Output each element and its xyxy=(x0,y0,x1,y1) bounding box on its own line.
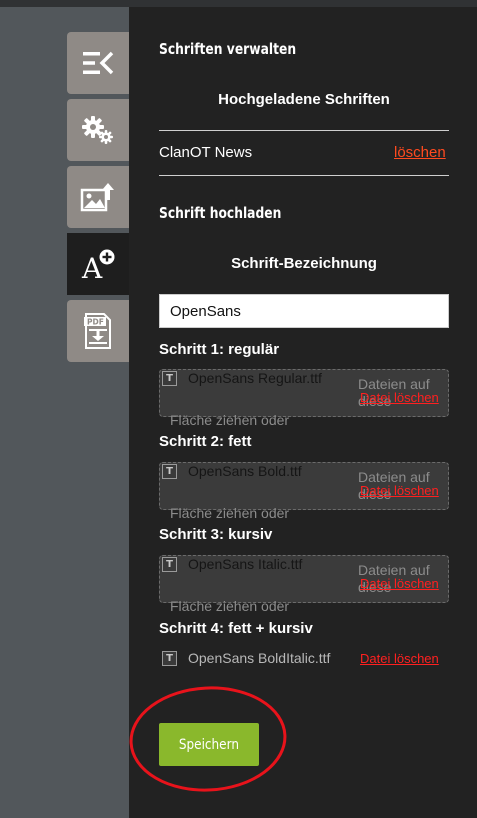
font-add-icon: A xyxy=(81,249,115,281)
sidebar-item-collapse[interactable] xyxy=(67,32,129,94)
font-file-icon: T xyxy=(162,464,177,479)
uploaded-font-name: ClanOT News xyxy=(159,144,253,161)
step-3-delete-file-link[interactable]: Datei löschen xyxy=(360,576,439,591)
sidebar-item-image-upload[interactable] xyxy=(67,166,129,228)
step-1-hint-left: Fläche ziehen oder xyxy=(170,412,290,428)
svg-text:PDF: PDF xyxy=(87,318,104,327)
step-1-file-name: OpenSans Regular.ttf xyxy=(188,370,322,386)
font-name-input[interactable] xyxy=(159,294,449,328)
sidebar-item-pdf[interactable]: PDF xyxy=(67,300,129,362)
divider xyxy=(159,175,449,176)
step-2-label: Schritt 2: fett xyxy=(159,433,252,450)
sidebar-item-fonts[interactable]: A xyxy=(67,233,129,295)
collapse-icon xyxy=(83,51,114,75)
image-upload-icon xyxy=(80,183,114,212)
font-file-icon: T xyxy=(162,371,177,386)
top-bar xyxy=(0,0,477,7)
step-4-label: Schritt 4: fett + kursiv xyxy=(159,620,313,637)
gears-icon xyxy=(82,116,113,144)
step-3-label: Schritt 3: kursiv xyxy=(159,526,273,543)
step-1-delete-file-link[interactable]: Datei löschen xyxy=(360,390,439,405)
step-4-delete-file-link[interactable]: Datei löschen xyxy=(360,651,439,666)
save-button-label: Speichern xyxy=(178,736,240,753)
step-2-file-name: OpenSans Bold.ttf xyxy=(188,463,302,479)
step-2-delete-file-link[interactable]: Datei löschen xyxy=(360,483,439,498)
step-1-label: Schritt 1: regulär xyxy=(159,341,280,358)
fonts-panel: Schriften verwalten Hochgeladene Schrift… xyxy=(129,7,477,818)
font-name-label: Schrift-Bezeichnung xyxy=(231,255,377,272)
step-3-hint-left: Fläche ziehen oder xyxy=(170,598,290,614)
font-file-icon: T xyxy=(162,557,177,572)
delete-font-link[interactable]: löschen xyxy=(394,144,446,161)
uploaded-fonts-heading: Hochgeladene Schriften xyxy=(218,91,390,108)
upload-heading: Schrift hochladen xyxy=(159,204,282,222)
step-4-file-name: OpenSans BoldItalic.ttf xyxy=(188,650,331,666)
divider xyxy=(159,130,449,131)
step-2-hint-left: Fläche ziehen oder xyxy=(170,505,290,521)
save-button[interactable]: Speichern xyxy=(159,723,259,766)
sidebar-item-settings[interactable] xyxy=(67,99,129,161)
font-file-icon: T xyxy=(162,651,177,666)
pdf-download-icon: PDF xyxy=(84,313,111,349)
panel-title: Schriften verwalten xyxy=(159,40,297,58)
step-3-file-name: OpenSans Italic.ttf xyxy=(188,556,303,572)
